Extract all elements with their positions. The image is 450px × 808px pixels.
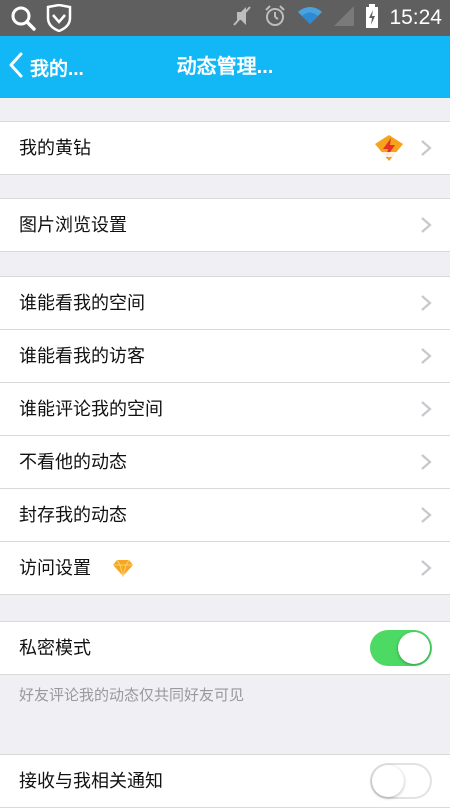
photo-group: 图片浏览设置 [0,198,450,252]
chevron-right-icon [420,453,432,475]
notify-toggle[interactable] [370,763,432,799]
nav-bar: 动态管理... 我的... [0,36,450,98]
list-item[interactable]: 谁能看我的空间 [0,277,450,329]
wifi-icon [297,6,323,30]
photo-settings-label: 图片浏览设置 [19,215,127,235]
list-item[interactable]: 谁能评论我的空间 [0,382,450,435]
chevron-right-icon [420,294,432,316]
photo-settings-row[interactable]: 图片浏览设置 [0,199,450,251]
back-label: 我的... [30,58,84,80]
list-item-label: 封存我的动态 [19,505,127,525]
shield-icon [46,3,72,36]
private-mode-label: 私密模式 [19,638,91,658]
vip-group: 我的黄钻 [0,121,450,175]
signal-icon [333,5,355,31]
notify-label: 接收与我相关通知 [19,771,163,791]
private-mode-toggle[interactable] [370,630,432,666]
back-button[interactable]: 我的... [8,36,84,98]
battery-charging-icon [365,4,379,32]
chevron-right-icon [420,559,432,581]
chevron-left-icon [8,52,24,82]
chevron-right-icon [420,139,432,161]
clock-time: 15:24 [389,6,442,29]
mute-icon [231,4,253,32]
list-item[interactable]: 不看他的动态 [0,435,450,488]
list-item-label: 访问设置 [19,558,91,578]
toggle-knob [398,632,430,664]
alarm-icon [263,4,287,32]
private-mode-row: 私密模式 [0,622,450,674]
privacy-group: 谁能看我的空间 谁能看我的访客 谁能评论我的空间 不看他的动态 封存我的动态 访… [0,276,450,595]
list-item[interactable]: 访问设置 [0,541,450,594]
chevron-right-icon [420,347,432,369]
list-item-label: 谁能看我的访客 [19,346,145,366]
private-mode-hint: 好友评论我的动态仅共同好友可见 [19,687,245,704]
list-item[interactable]: 谁能看我的访客 [0,329,450,382]
chevron-right-icon [420,400,432,422]
list-item-label: 不看他的动态 [19,452,127,472]
list-item[interactable]: 封存我的动态 [0,488,450,541]
diamond-icon [112,542,134,594]
chevron-right-icon [420,506,432,528]
vip-label: 我的黄钻 [19,138,91,158]
chevron-right-icon [420,216,432,238]
lightning-badge-icon [374,122,404,174]
vip-row[interactable]: 我的黄钻 [0,122,450,174]
list-item-label: 谁能评论我的空间 [19,399,163,419]
status-bar: 15:24 [0,0,450,36]
notify-row: 接收与我相关通知 [0,755,450,807]
toggle-knob [372,765,404,797]
list-item-label: 谁能看我的空间 [19,293,145,313]
search-icon [10,5,36,35]
private-mode-group: 私密模式 [0,621,450,675]
